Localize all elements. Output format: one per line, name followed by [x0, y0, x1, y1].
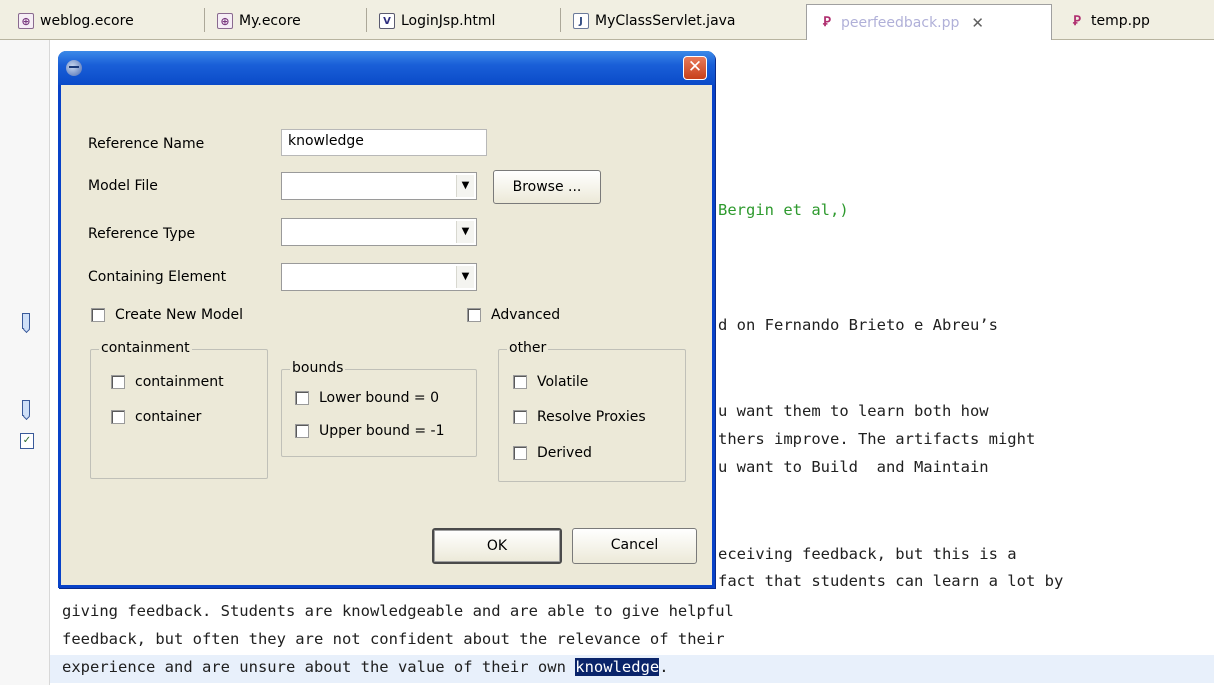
checkbox-label: Volatile — [537, 374, 589, 390]
editor-line: feedback, but often they are not confide… — [62, 630, 725, 648]
checkbox-box[interactable] — [513, 375, 527, 389]
derived-checkbox[interactable]: Derived — [513, 445, 592, 461]
editor-line: giving feedback. Students are knowledgea… — [62, 602, 734, 620]
editor-text-fragment: fact that students can learn a lot by — [718, 572, 1064, 590]
editor-line-text: . — [659, 658, 669, 676]
checkbox-label: container — [135, 409, 202, 425]
editor-tab-bar: ⊕ weblog.ecore ⊕ My.ecore V LoginJsp.htm… — [0, 0, 1214, 40]
tab-label: peerfeedback.pp — [841, 14, 960, 31]
checkbox-box[interactable] — [513, 446, 527, 460]
container-checkbox[interactable]: container — [111, 409, 201, 425]
tab-loginjsp-html[interactable]: V LoginJsp.html — [367, 6, 495, 36]
pp-file-icon: Ꝑ — [823, 15, 831, 30]
ecore-file-icon: ⊕ — [217, 13, 233, 29]
editor-text-fragment: d on Fernando Brieto e Abreu’s — [718, 316, 998, 334]
dialog-title-bar[interactable]: ✕ — [58, 51, 715, 85]
browse-button[interactable]: Browse ... — [493, 170, 601, 204]
group-title: containment — [99, 340, 192, 356]
editor-text-fragment: Bergin et al,) — [718, 201, 849, 219]
checkbox-box[interactable] — [295, 391, 309, 405]
tab-temp-pp[interactable]: Ꝑ temp.pp — [1057, 6, 1150, 36]
editor-line-text: experience and are unsure about the valu… — [62, 658, 576, 676]
containment-group: containment containment container — [90, 340, 268, 479]
checkbox-label: containment — [135, 374, 224, 390]
create-new-model-checkbox[interactable]: Create New Model — [91, 307, 243, 323]
dropdown-arrow-icon[interactable]: ▼ — [456, 266, 474, 288]
tab-peerfeedback-pp[interactable]: Ꝑ peerfeedback.pp ✕ — [806, 4, 1052, 40]
group-title: bounds — [290, 360, 346, 376]
java-file-icon: J — [573, 13, 589, 29]
checkbox-label: Lower bound = 0 — [319, 390, 440, 406]
tab-weblog-ecore[interactable]: ⊕ weblog.ecore — [6, 6, 134, 36]
checkbox-label: Advanced — [491, 307, 561, 323]
reference-type-label: Reference Type — [88, 226, 196, 242]
advanced-checkbox[interactable]: Advanced — [467, 307, 560, 323]
checkbox-box[interactable] — [467, 308, 481, 322]
editor-text-fragment: eceiving feedback, but this is a — [718, 545, 1017, 563]
dropdown-arrow-icon[interactable]: ▼ — [456, 221, 474, 243]
bookmark-icon[interactable] — [22, 400, 30, 416]
tab-label: My.ecore — [239, 13, 301, 29]
reference-name-input[interactable]: knowledge — [281, 129, 487, 156]
volatile-checkbox[interactable]: Volatile — [513, 374, 588, 390]
cancel-button[interactable]: Cancel — [572, 528, 697, 564]
eclipse-icon — [66, 60, 82, 76]
selected-text[interactable]: knowledge — [575, 658, 660, 676]
group-title: other — [507, 340, 549, 356]
tab-label: MyClassServlet.java — [595, 13, 736, 29]
close-tab-icon[interactable]: ✕ — [971, 14, 984, 32]
editor-gutter: ✓ — [0, 40, 50, 685]
bookmark-icon[interactable] — [22, 313, 30, 329]
resolve-proxies-checkbox[interactable]: Resolve Proxies — [513, 409, 646, 425]
tab-label: temp.pp — [1091, 13, 1150, 29]
checkbox-label: Upper bound = -1 — [319, 423, 445, 439]
checkbox-box[interactable] — [91, 308, 105, 322]
editor-text-fragment: u want to Build and Maintain — [718, 458, 989, 476]
containment-checkbox[interactable]: containment — [111, 374, 224, 390]
editor-line: experience and are unsure about the valu… — [62, 658, 669, 676]
checkbox-box[interactable] — [513, 410, 527, 424]
close-dialog-button[interactable]: ✕ — [683, 56, 707, 80]
upper-bound-checkbox[interactable]: Upper bound = -1 — [295, 423, 445, 439]
checkbox-box[interactable] — [111, 410, 125, 424]
containing-element-select[interactable]: ▼ — [281, 263, 477, 291]
checkbox-label: Derived — [537, 445, 592, 461]
task-icon[interactable]: ✓ — [20, 433, 34, 449]
reference-type-select[interactable]: ▼ — [281, 218, 477, 246]
bounds-group: bounds Lower bound = 0 Upper bound = -1 — [281, 360, 477, 457]
checkbox-box[interactable] — [295, 424, 309, 438]
checkbox-label: Create New Model — [115, 307, 243, 323]
containing-element-label: Containing Element — [88, 269, 227, 285]
tab-label: LoginJsp.html — [401, 13, 496, 29]
html-file-icon: V — [379, 13, 395, 29]
lower-bound-checkbox[interactable]: Lower bound = 0 — [295, 390, 439, 406]
new-reference-dialog: ✕ Reference Name knowledge Model File ▼ … — [58, 51, 715, 588]
editor-text-fragment: thers improve. The artifacts might — [718, 430, 1036, 448]
pp-file-icon: Ꝑ — [1073, 13, 1081, 29]
reference-name-label: Reference Name — [88, 136, 205, 152]
tab-label: weblog.ecore — [40, 13, 134, 29]
ecore-file-icon: ⊕ — [18, 13, 34, 29]
ok-button[interactable]: OK — [432, 528, 562, 564]
model-file-label: Model File — [88, 178, 158, 194]
checkbox-box[interactable] — [111, 375, 125, 389]
checkbox-label: Resolve Proxies — [537, 409, 646, 425]
dropdown-arrow-icon[interactable]: ▼ — [456, 175, 474, 197]
other-group: other Volatile Resolve Proxies Derived — [498, 340, 686, 482]
tab-my-ecore[interactable]: ⊕ My.ecore — [205, 6, 301, 36]
model-file-select[interactable]: ▼ — [281, 172, 477, 200]
editor-text-fragment: u want them to learn both how — [718, 402, 989, 420]
tab-myclassservlet-java[interactable]: J MyClassServlet.java — [561, 6, 736, 36]
